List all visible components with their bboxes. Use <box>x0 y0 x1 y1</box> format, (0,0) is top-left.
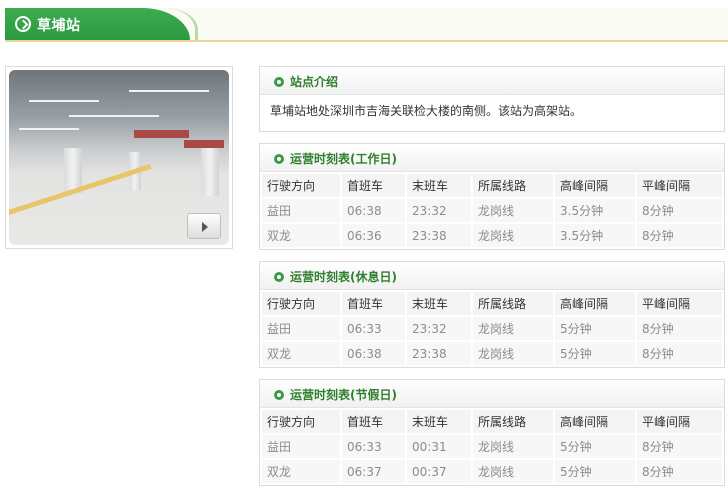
column-header: 高峰间隔 <box>555 410 635 433</box>
table-cell: 龙岗线 <box>473 199 553 222</box>
schedule-table: 行驶方向 首班车 末班车 所属线路 高峰间隔 平峰间隔 益田 06:33 23:… <box>260 290 724 367</box>
table-cell: 06:36 <box>342 224 405 247</box>
green-ring-bullet-icon <box>274 272 284 282</box>
table-row: 益田 06:38 23:32 龙岗线 3.5分钟 8分钟 <box>262 199 722 222</box>
schedule-title: 运营时刻表(工作日) <box>290 152 397 166</box>
table-row: 双龙 06:38 23:38 龙岗线 5分钟 8分钟 <box>262 342 722 365</box>
table-cell: 5分钟 <box>555 460 635 483</box>
table-cell: 3.5分钟 <box>555 199 635 222</box>
schedule-panel-workday: 运营时刻表(工作日) 行驶方向 首班车 末班车 所属线路 高峰间隔 平峰间隔 益… <box>259 143 725 250</box>
table-cell: 3.5分钟 <box>555 224 635 247</box>
column-header: 末班车 <box>407 174 471 197</box>
table-row: 双龙 06:37 00:37 龙岗线 5分钟 8分钟 <box>262 460 722 483</box>
table-cell: 益田 <box>262 435 340 458</box>
schedule-header: 运营时刻表(休息日) <box>260 262 724 290</box>
intro-text: 草埔站地处深圳市吉海关联检大楼的南侧。该站为高架站。 <box>270 104 583 118</box>
column-header: 首班车 <box>342 410 405 433</box>
table-header-row: 行驶方向 首班车 末班车 所属线路 高峰间隔 平峰间隔 <box>262 410 722 433</box>
schedule-title: 运营时刻表(休息日) <box>290 270 397 284</box>
table-header-row: 行驶方向 首班车 末班车 所属线路 高峰间隔 平峰间隔 <box>262 174 722 197</box>
column-header: 高峰间隔 <box>555 174 635 197</box>
intro-panel: 站点介绍 草埔站地处深圳市吉海关联检大楼的南侧。该站为高架站。 <box>259 66 725 132</box>
table-cell: 06:38 <box>342 199 405 222</box>
table-cell: 00:31 <box>407 435 471 458</box>
table-row: 益田 06:33 23:32 龙岗线 5分钟 8分钟 <box>262 317 722 340</box>
column-header: 行驶方向 <box>262 292 340 315</box>
table-cell: 8分钟 <box>637 342 722 365</box>
schedule-header: 运营时刻表(工作日) <box>260 144 724 172</box>
table-cell: 8分钟 <box>637 317 722 340</box>
table-cell: 5分钟 <box>555 435 635 458</box>
station-photo-frame <box>5 66 233 249</box>
schedule-panel-holiday: 运营时刻表(节假日) 行驶方向 首班车 末班车 所属线路 高峰间隔 平峰间隔 益… <box>259 379 725 486</box>
station-title: 草埔站 <box>37 18 81 34</box>
table-cell: 8分钟 <box>637 199 722 222</box>
table-cell: 益田 <box>262 317 340 340</box>
table-cell: 06:38 <box>342 342 405 365</box>
table-row: 益田 06:33 00:31 龙岗线 5分钟 8分钟 <box>262 435 722 458</box>
column-header: 所属线路 <box>473 174 553 197</box>
station-header: 草埔站 <box>5 8 728 42</box>
circle-chevron-right-icon <box>15 16 31 32</box>
table-cell: 龙岗线 <box>473 342 553 365</box>
table-cell: 8分钟 <box>637 224 722 247</box>
table-cell: 23:38 <box>407 224 471 247</box>
table-cell: 龙岗线 <box>473 460 553 483</box>
table-cell: 双龙 <box>262 342 340 365</box>
table-cell: 5分钟 <box>555 317 635 340</box>
table-cell: 龙岗线 <box>473 317 553 340</box>
green-ring-bullet-icon <box>274 77 284 87</box>
table-cell: 8分钟 <box>637 460 722 483</box>
station-photo[interactable] <box>9 70 229 245</box>
table-cell: 5分钟 <box>555 342 635 365</box>
photo-next-button[interactable] <box>187 213 221 239</box>
schedule-title: 运营时刻表(节假日) <box>290 388 397 402</box>
table-cell: 双龙 <box>262 224 340 247</box>
table-cell: 8分钟 <box>637 435 722 458</box>
table-cell: 龙岗线 <box>473 224 553 247</box>
table-cell: 06:33 <box>342 317 405 340</box>
intro-title: 站点介绍 <box>290 75 339 89</box>
table-cell: 益田 <box>262 199 340 222</box>
table-cell: 23:38 <box>407 342 471 365</box>
column-header: 平峰间隔 <box>637 292 722 315</box>
table-cell: 双龙 <box>262 460 340 483</box>
column-header: 首班车 <box>342 174 405 197</box>
schedule-table: 行驶方向 首班车 末班车 所属线路 高峰间隔 平峰间隔 益田 06:38 23:… <box>260 172 724 249</box>
table-row: 双龙 06:36 23:38 龙岗线 3.5分钟 8分钟 <box>262 224 722 247</box>
table-cell: 06:37 <box>342 460 405 483</box>
column-header: 平峰间隔 <box>637 410 722 433</box>
column-header: 行驶方向 <box>262 410 340 433</box>
table-cell: 龙岗线 <box>473 435 553 458</box>
green-ring-bullet-icon <box>274 154 284 164</box>
column-header: 所属线路 <box>473 292 553 315</box>
intro-panel-header: 站点介绍 <box>260 67 724 95</box>
column-header: 行驶方向 <box>262 174 340 197</box>
table-cell: 23:32 <box>407 199 471 222</box>
column-header: 首班车 <box>342 292 405 315</box>
table-cell: 00:37 <box>407 460 471 483</box>
table-cell: 23:32 <box>407 317 471 340</box>
table-header-row: 行驶方向 首班车 末班车 所属线路 高峰间隔 平峰间隔 <box>262 292 722 315</box>
green-ring-bullet-icon <box>274 390 284 400</box>
column-header: 末班车 <box>407 292 471 315</box>
column-header: 末班车 <box>407 410 471 433</box>
column-header: 平峰间隔 <box>637 174 722 197</box>
schedule-header: 运营时刻表(节假日) <box>260 380 724 408</box>
table-cell: 06:33 <box>342 435 405 458</box>
schedule-panel-restday: 运营时刻表(休息日) 行驶方向 首班车 末班车 所属线路 高峰间隔 平峰间隔 益… <box>259 261 725 368</box>
station-header-tab: 草埔站 <box>5 8 198 40</box>
column-header: 所属线路 <box>473 410 553 433</box>
schedule-table: 行驶方向 首班车 末班车 所属线路 高峰间隔 平峰间隔 益田 06:33 00:… <box>260 408 724 485</box>
column-header: 高峰间隔 <box>555 292 635 315</box>
